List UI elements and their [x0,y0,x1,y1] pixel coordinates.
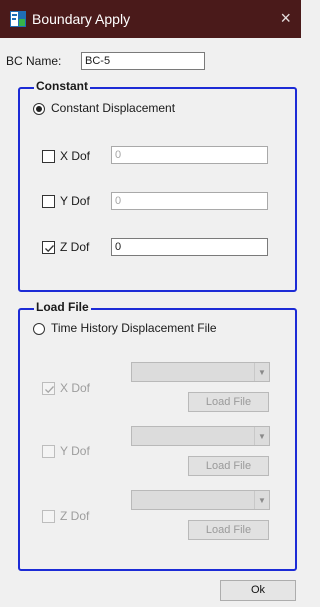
bc-name-label: BC Name: [6,54,62,68]
constant-displacement-radio[interactable] [33,103,45,115]
ok-button[interactable]: Ok [220,580,296,601]
constant-x-dof-label: X Dof [60,149,91,163]
time-history-file-label: Time History Displacement File [51,321,217,335]
load-x-dof-dropdown[interactable]: ▼ [131,362,270,382]
constant-z-dof-input[interactable]: 0 [111,238,268,256]
constant-group [18,87,297,292]
chevron-down-icon: ▼ [254,491,269,509]
title-bar: Boundary Apply × [0,0,301,38]
load-z-dof-label: Z Dof [60,509,90,523]
constant-x-dof-input[interactable]: 0 [111,146,268,164]
checkmark-icon [45,245,54,253]
constant-z-dof-label: Z Dof [60,240,90,254]
constant-y-dof-label: Y Dof [60,194,90,208]
load-x-dof-load-file-button[interactable]: Load File [188,392,269,412]
constant-y-dof-checkbox[interactable] [42,195,55,208]
close-icon[interactable]: × [280,7,291,29]
constant-z-dof-checkbox[interactable] [42,241,55,254]
chevron-down-icon: ▼ [254,427,269,445]
constant-legend: Constant [34,79,90,93]
load-x-dof-label: X Dof [60,381,91,395]
time-history-file-radio[interactable] [33,323,45,335]
load-y-dof-load-file-button[interactable]: Load File [188,456,269,476]
load-z-dof-load-file-button[interactable]: Load File [188,520,269,540]
load-z-dof-dropdown[interactable]: ▼ [131,490,270,510]
load-y-dof-label: Y Dof [60,444,90,458]
app-logo-icon [10,11,26,27]
load-y-dof-checkbox[interactable] [42,445,55,458]
window-title: Boundary Apply [32,11,131,27]
constant-y-dof-input[interactable]: 0 [111,192,268,210]
load-file-legend: Load File [34,300,91,314]
boundary-apply-dialog: Boundary Apply × BC Name: BC-5 Constant … [0,0,301,607]
load-x-dof-checkbox[interactable] [42,382,55,395]
checkmark-icon [45,386,54,394]
bc-name-input[interactable]: BC-5 [81,52,205,70]
constant-displacement-label: Constant Displacement [51,101,176,115]
chevron-down-icon: ▼ [254,363,269,381]
load-y-dof-dropdown[interactable]: ▼ [131,426,270,446]
load-z-dof-checkbox[interactable] [42,510,55,523]
constant-x-dof-checkbox[interactable] [42,150,55,163]
